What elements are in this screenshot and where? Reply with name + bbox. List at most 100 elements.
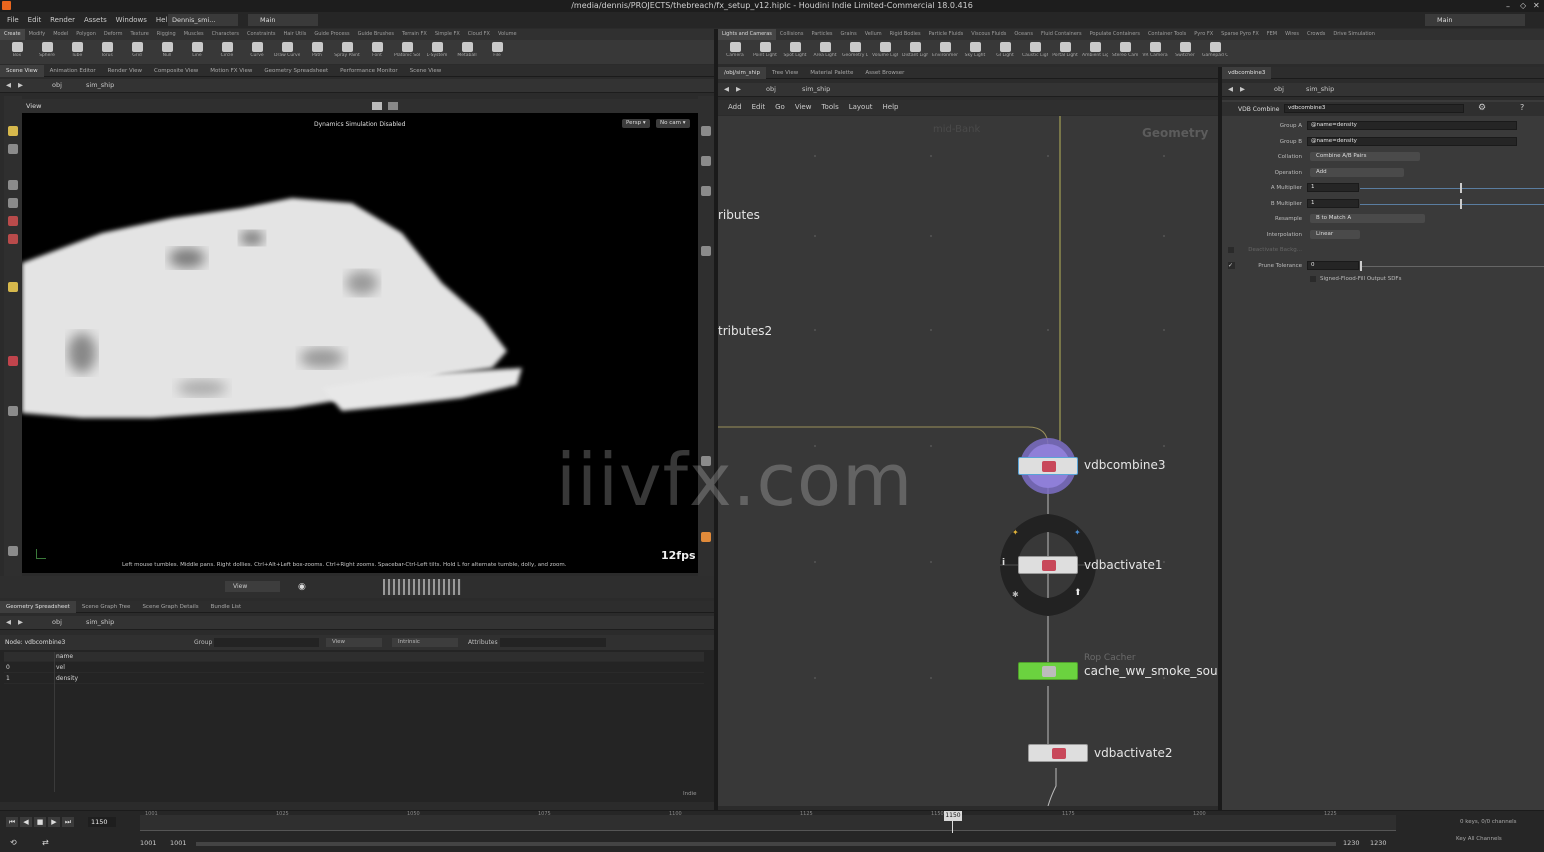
shelf-box-tool[interactable]: Box (4, 42, 30, 62)
display-icon-3[interactable] (701, 186, 711, 196)
shelf-area-light-tool[interactable]: Area Light (812, 42, 838, 62)
shelf-sphere-tool[interactable]: Sphere (34, 42, 60, 62)
shelf-torus-tool[interactable]: Torus (94, 42, 120, 62)
info-icon[interactable]: i (1002, 558, 1005, 568)
start-frame-field[interactable]: 1001 (140, 839, 157, 847)
realtime-icon[interactable]: ⟲ (10, 838, 17, 847)
shelf-font-tool[interactable]: Font (364, 42, 390, 62)
spreadsheet-tab-2[interactable]: Scene Graph Details (136, 601, 204, 613)
main-selector[interactable]: Main (248, 14, 318, 26)
right-shelf-tab-5[interactable]: Rigid Bodies (886, 29, 925, 40)
b-multiplier-handle[interactable] (1460, 199, 1462, 209)
shelf-curve-tool[interactable]: Curve (244, 42, 270, 62)
viewport-tab-0[interactable]: Scene View (0, 65, 44, 77)
b-multiplier-slider[interactable] (1360, 204, 1544, 205)
partial-node-label-1[interactable]: ributes (718, 208, 760, 222)
spreadsheet-tab-3[interactable]: Bundle List (205, 601, 248, 613)
visibility-eye-icon[interactable]: ◉ (298, 582, 306, 592)
shelf-path-tool[interactable]: Path (304, 42, 330, 62)
start-frame-field-2[interactable]: 1001 (170, 839, 187, 847)
intrinsic-dropdown[interactable]: Intrinsic (392, 638, 458, 647)
left-shelf-tab-8[interactable]: Characters (208, 29, 243, 40)
scale-tool-icon[interactable] (8, 216, 18, 226)
network-menu-5[interactable]: Layout (849, 100, 873, 115)
shelf-draw-curve-tool[interactable]: Draw Curve (274, 42, 300, 62)
view-dropdown-ss[interactable]: View (326, 638, 382, 647)
camera-tool-icon[interactable] (8, 406, 18, 416)
shelf-metaball-tool[interactable]: Metaball (454, 42, 480, 62)
move-tool-icon[interactable] (8, 180, 18, 190)
net-forward-icon[interactable]: ▶ (736, 85, 741, 93)
left-shelf-tab-6[interactable]: Rigging (153, 29, 180, 40)
key-all-channels-button[interactable]: Key All Channels (1456, 836, 1502, 842)
partial-node-label-2[interactable]: tributes2 (718, 324, 772, 338)
right-shelf-tab-16[interactable]: Crowds (1303, 29, 1329, 40)
jump-end-button[interactable]: ⏭ (62, 817, 74, 827)
flag-icon-lock[interactable]: ✦ (1074, 528, 1081, 537)
timeline-track[interactable] (140, 815, 1396, 831)
viewport-tab-6[interactable]: Performance Monitor (334, 65, 404, 77)
jump-start-button[interactable]: ⏮ (6, 817, 18, 827)
right-shelf-tab-8[interactable]: Oceans (1010, 29, 1037, 40)
maximize-icon[interactable]: ◇ (1520, 1, 1526, 10)
menu-file[interactable]: File (7, 12, 19, 28)
net-path-node[interactable]: sim_ship (802, 85, 830, 93)
magnet-tool-icon[interactable] (8, 356, 18, 366)
table-row[interactable]: 1 density (4, 674, 704, 684)
left-shelf-tab-12[interactable]: Guide Brushes (354, 29, 398, 40)
right-shelf-tab-10[interactable]: Populate Containers (1086, 29, 1144, 40)
help-icon[interactable]: ? (1520, 103, 1524, 112)
param-path-node[interactable]: sim_ship (1306, 85, 1334, 93)
right-shelf-tab-12[interactable]: Pyro FX (1190, 29, 1217, 40)
vdbactivate1-node[interactable] (1018, 556, 1078, 574)
col-name-header[interactable]: name (56, 653, 73, 660)
shelf-null-tool[interactable]: Null (154, 42, 180, 62)
back-arrow-icon[interactable]: ◀ (6, 81, 11, 89)
shelf-tube-tool[interactable]: Tube (64, 42, 90, 62)
a-multiplier-slider[interactable] (1360, 188, 1544, 189)
shelf-volume-light-tool[interactable]: Volume Light (872, 42, 898, 62)
end-frame-field[interactable]: 1230 (1343, 839, 1360, 847)
network-menu-2[interactable]: Go (775, 100, 785, 115)
flipbook-strip[interactable] (383, 579, 461, 595)
desktop-selector[interactable]: Dennis_smi... (168, 14, 238, 26)
left-shelf-tab-13[interactable]: Terrain FX (398, 29, 431, 40)
param-back-icon[interactable]: ◀ (1228, 85, 1233, 93)
collation-dropdown[interactable]: Combine A/B Pairs (1310, 152, 1420, 161)
shelf-spray-paint-tool[interactable]: Spray Paint (334, 42, 360, 62)
shelf-vr-camera-tool[interactable]: VR Camera (1142, 42, 1168, 62)
viewport-tab-7[interactable]: Scene View (404, 65, 448, 77)
network-menu-1[interactable]: Edit (752, 100, 766, 115)
shelf-l-system-tool[interactable]: L-System (424, 42, 450, 62)
prune-handle[interactable] (1360, 261, 1362, 271)
vdbcombine3-node[interactable] (1018, 457, 1078, 475)
right-shelf-tab-13[interactable]: Sparse Pyro FX (1217, 29, 1263, 40)
shelf-distant-light-tool[interactable]: Distant Light (902, 42, 928, 62)
right-shelf-tab-14[interactable]: FEM (1263, 29, 1281, 40)
shelf-caustic-light-tool[interactable]: Caustic Light (1022, 42, 1048, 62)
table-row[interactable]: 0 vel (4, 663, 704, 673)
vdbcombine3-label[interactable]: vdbcombine3 (1084, 458, 1166, 472)
view-dropdown[interactable]: View (225, 581, 280, 592)
spreadsheet-tab-1[interactable]: Scene Graph Tree (76, 601, 137, 613)
spreadsheet-tab-0[interactable]: Geometry Spreadsheet (0, 601, 76, 613)
right-shelf-tab-3[interactable]: Grains (837, 29, 861, 40)
shelf-line-tool[interactable]: Line (184, 42, 210, 62)
network-menu-0[interactable]: Add (728, 100, 742, 115)
left-shelf-tab-14[interactable]: Simple FX (431, 29, 464, 40)
shelf-grid-tool[interactable]: Grid (124, 42, 150, 62)
network-menu-6[interactable]: Help (883, 100, 899, 115)
minimize-icon[interactable]: – (1506, 2, 1510, 11)
cache-node-label[interactable]: cache_ww_smoke_sour (1084, 664, 1218, 678)
menu-windows[interactable]: Windows (116, 12, 147, 28)
left-shelf-tab-7[interactable]: Muscles (180, 29, 208, 40)
viewport-tab-4[interactable]: Motion FX View (204, 65, 258, 77)
gear-icon[interactable]: ⚙ (1478, 103, 1486, 113)
flag-icon-template[interactable]: ✱ (1012, 590, 1019, 599)
shelf-stereo-camera-tool[interactable]: Stereo Camera (1112, 42, 1138, 62)
sdf-checkbox[interactable] (1310, 276, 1316, 282)
network-tab-1[interactable]: Tree View (766, 67, 804, 79)
menu-render[interactable]: Render (50, 12, 75, 28)
group-a-field[interactable]: @name=density (1307, 121, 1517, 130)
flag-icon-bypass[interactable]: ✦ (1012, 528, 1019, 537)
